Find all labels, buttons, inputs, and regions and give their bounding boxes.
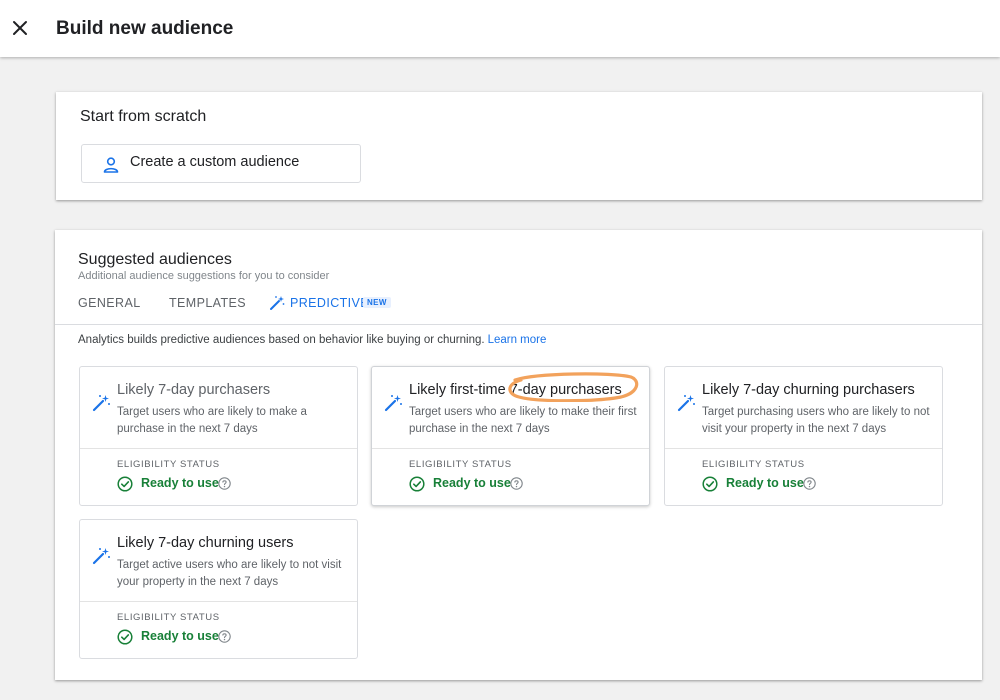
tab-divider [55, 324, 982, 325]
eligibility-status-label: ELIGIBILITY STATUS [409, 459, 512, 470]
magic-wand-icon [92, 548, 110, 565]
audience-card-likely-first-time-7-day-purchasers[interactable]: Likely first-time 7-day purchasers Targe… [371, 366, 650, 506]
new-badge: NEW [363, 297, 391, 308]
eligibility-status-label: ELIGIBILITY STATUS [117, 459, 220, 470]
suggested-subtitle: Additional audience suggestions for you … [78, 270, 330, 282]
audience-title: Likely 7-day churning users [117, 535, 294, 551]
check-circle-icon [117, 476, 133, 492]
start-from-scratch-card: Start from scratch Create a custom audie… [56, 92, 982, 200]
help-icon[interactable] [803, 477, 816, 490]
scratch-title: Start from scratch [80, 108, 207, 125]
create-custom-audience-label: Create a custom audience [130, 154, 300, 170]
status-ready: Ready to use [141, 629, 219, 643]
audience-description: Target purchasing users who are likely t… [702, 406, 930, 435]
help-icon[interactable] [218, 477, 231, 490]
tab-general[interactable]: GENERAL [78, 296, 141, 310]
audience-description: Target users who are likely to make thei… [409, 406, 637, 435]
audience-card-likely-7-day-churning-purchasers[interactable]: Likely 7-day churning purchasers Target … [664, 366, 943, 506]
tab-predictive-label: PREDICTIVE [290, 296, 370, 310]
learn-more-link[interactable]: Learn more [488, 334, 547, 346]
check-circle-icon [409, 476, 425, 492]
magic-wand-icon [92, 395, 110, 412]
magic-wand-icon [677, 395, 695, 412]
status-ready: Ready to use [141, 476, 219, 490]
magic-wand-icon [384, 395, 402, 412]
suggested-title: Suggested audiences [78, 251, 232, 268]
help-icon[interactable] [510, 477, 523, 490]
card-divider [80, 601, 357, 602]
audience-title: Likely 7-day purchasers [117, 382, 271, 398]
audience-description: Target users who are likely to make a pu… [117, 406, 307, 435]
tab-templates[interactable]: TEMPLATES [169, 296, 246, 310]
magic-wand-icon [270, 296, 285, 310]
audience-title: Likely first-time 7-day purchasers [409, 382, 622, 398]
predictive-info-text: Analytics builds predictive audiences ba… [78, 334, 485, 346]
create-custom-audience-button[interactable]: Create a custom audience [81, 144, 361, 183]
audience-title: Likely 7-day churning purchasers [702, 382, 915, 398]
card-divider [80, 448, 357, 449]
help-icon[interactable] [218, 630, 231, 643]
status-ready: Ready to use [726, 476, 804, 490]
page-title: Build new audience [56, 18, 234, 39]
card-divider [372, 448, 649, 449]
audience-description: Target active users who are likely to no… [117, 559, 342, 588]
predictive-info: Analytics builds predictive audiences ba… [78, 334, 546, 346]
status-ready: Ready to use [433, 476, 511, 490]
eligibility-status-label: ELIGIBILITY STATUS [117, 612, 220, 623]
top-bar: Build new audience [0, 0, 1000, 57]
audience-card-likely-7-day-purchasers[interactable]: Likely 7-day purchasers Target users who… [79, 366, 358, 506]
close-icon[interactable] [9, 17, 31, 39]
card-divider [665, 448, 942, 449]
tab-predictive[interactable]: PREDICTIVE [269, 296, 369, 310]
audience-card-likely-7-day-churning-users[interactable]: Likely 7-day churning users Target activ… [79, 519, 358, 659]
check-circle-icon [702, 476, 718, 492]
person-icon [103, 157, 119, 173]
eligibility-status-label: ELIGIBILITY STATUS [702, 459, 805, 470]
check-circle-icon [117, 629, 133, 645]
